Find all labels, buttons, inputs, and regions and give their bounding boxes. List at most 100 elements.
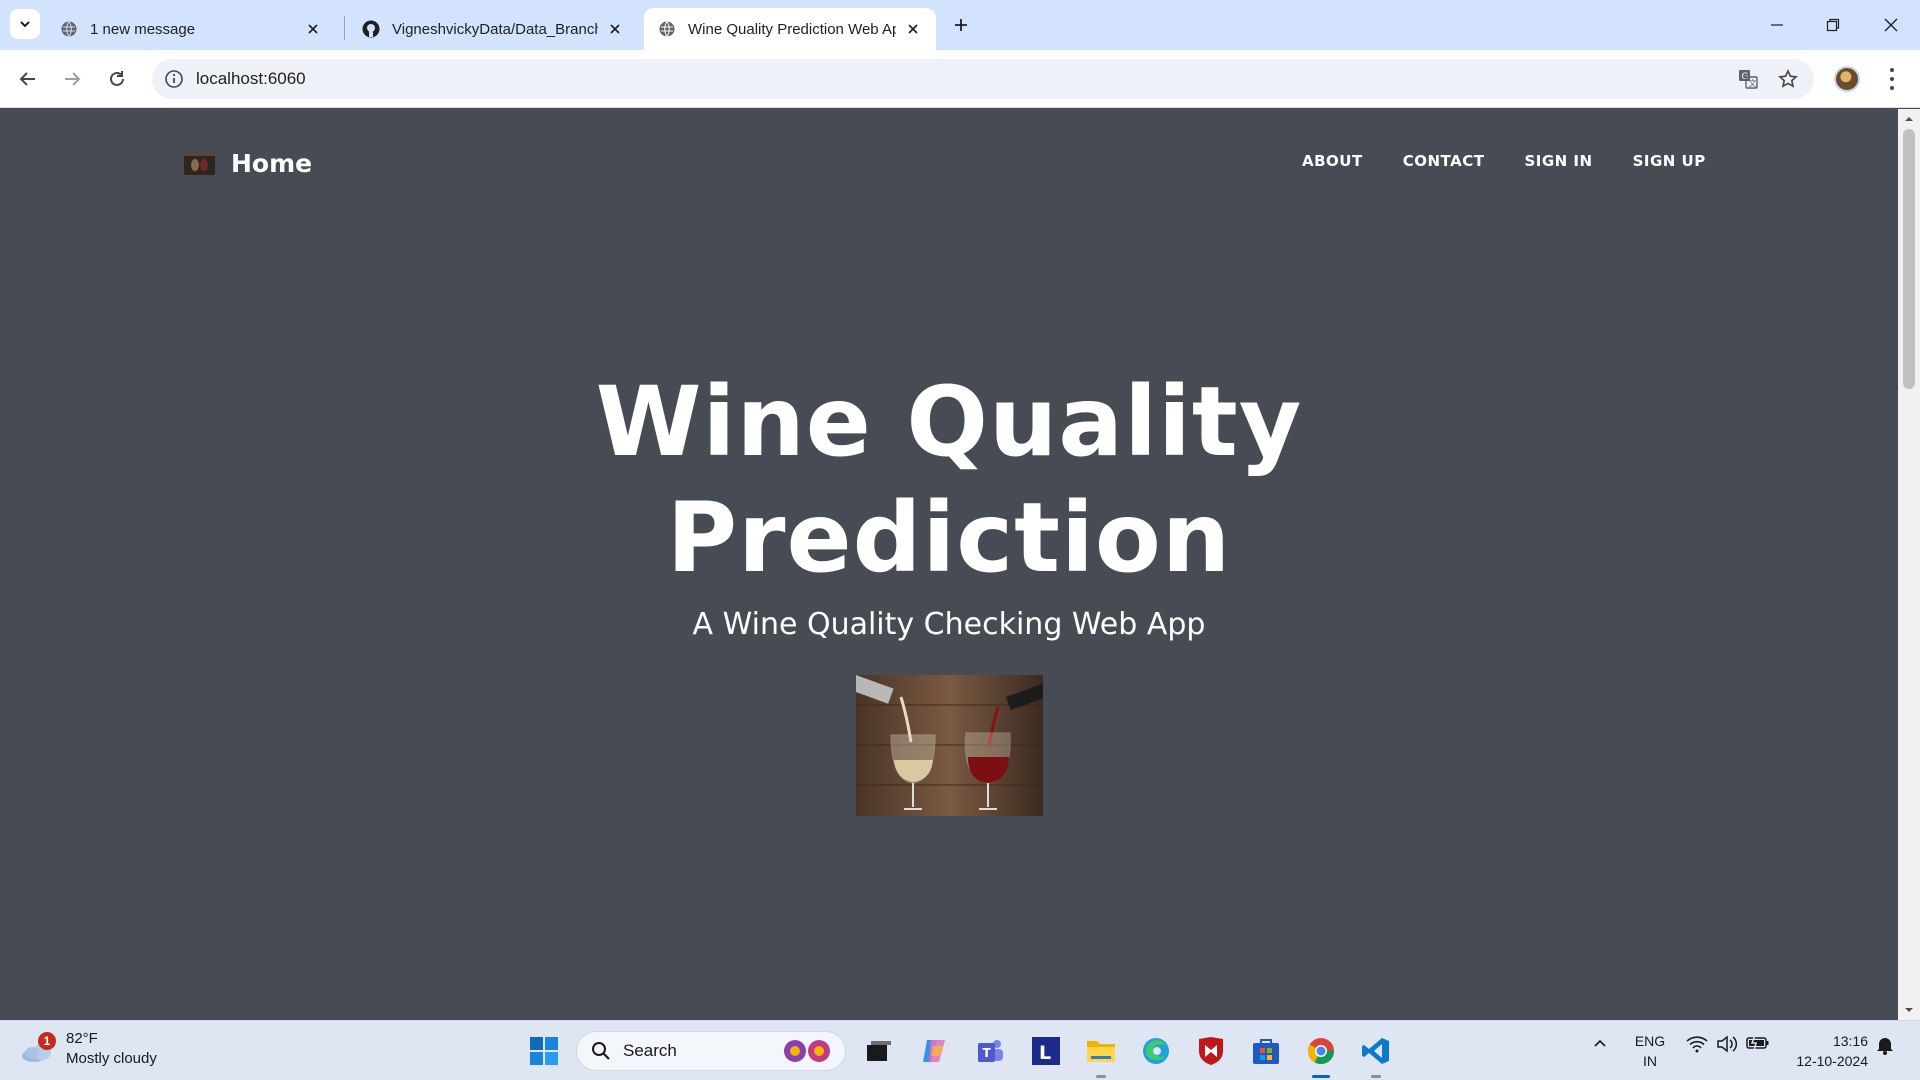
minimize-button[interactable] xyxy=(1762,10,1792,40)
github-icon xyxy=(362,20,380,38)
running-indicator xyxy=(1096,1075,1106,1078)
teams-button[interactable]: T xyxy=(974,1035,1006,1067)
tab-divider xyxy=(344,16,345,40)
translate-icon: G文 xyxy=(1739,70,1758,89)
page-viewport: Home ABOUT CONTACT SIGN IN SIGN UP Wine … xyxy=(0,109,1898,1020)
nav-signup-link[interactable]: SIGN UP xyxy=(1633,152,1706,170)
copilot-button[interactable] xyxy=(918,1035,950,1067)
chevron-down-icon xyxy=(20,21,30,28)
star-icon xyxy=(1778,69,1798,88)
running-indicator xyxy=(1371,1075,1381,1078)
volume-status[interactable] xyxy=(1714,1035,1740,1053)
windows-taskbar: 1 82°F Mostly cloudy Search T L ENG IN 1… xyxy=(0,1020,1920,1080)
file-explorer-button[interactable] xyxy=(1085,1035,1117,1067)
globe-icon xyxy=(659,21,675,37)
nav-about-link[interactable]: ABOUT xyxy=(1302,152,1363,170)
url-text[interactable]: localhost:6060 xyxy=(196,69,306,89)
search-icon xyxy=(592,1042,610,1060)
edge-button[interactable] xyxy=(1140,1035,1172,1067)
globe-icon xyxy=(61,21,77,37)
search-highlight-icon xyxy=(784,1040,830,1062)
mcafee-button[interactable] xyxy=(1195,1035,1227,1067)
address-bar[interactable]: localhost:6060 G文 xyxy=(152,59,1814,99)
clock[interactable]: 13:16 12-10-2024 xyxy=(1780,1031,1868,1071)
nav-contact-link[interactable]: CONTACT xyxy=(1403,152,1485,170)
weather-widget[interactable]: 1 82°F Mostly cloudy xyxy=(20,1029,157,1069)
wifi-status[interactable] xyxy=(1684,1035,1710,1053)
forward-button[interactable] xyxy=(56,63,88,95)
new-tab-button[interactable] xyxy=(948,12,974,38)
tab-wine-app[interactable]: Wine Quality Prediction Web Ap xyxy=(644,8,936,50)
vscode-button[interactable] xyxy=(1360,1035,1392,1067)
tab-title: 1 new message xyxy=(90,20,196,38)
close-window-button[interactable] xyxy=(1876,10,1906,40)
tab-strip: 1 new message VigneshvickyData/Data_Bran… xyxy=(0,0,1920,50)
wifi-icon xyxy=(1686,1036,1708,1053)
cloud-icon: 1 xyxy=(20,1032,56,1064)
speaker-icon xyxy=(1717,1035,1738,1053)
arrow-left-icon xyxy=(19,72,35,86)
taskbar-search[interactable]: Search xyxy=(576,1031,846,1071)
minimize-icon xyxy=(1771,24,1783,26)
windows-logo-icon xyxy=(530,1037,558,1065)
restore-button[interactable] xyxy=(1818,10,1848,40)
store-button[interactable] xyxy=(1250,1035,1282,1067)
tab-title: VigneshvickyData/Data_Branch xyxy=(392,20,598,38)
svg-text:文: 文 xyxy=(1749,78,1757,88)
nav-signin-link[interactable]: SIGN IN xyxy=(1524,152,1592,170)
translate-button[interactable]: G文 xyxy=(1736,67,1760,91)
store-icon xyxy=(1253,1039,1279,1064)
site-info-icon[interactable] xyxy=(164,69,184,89)
region-code: IN xyxy=(1643,1053,1657,1069)
tab-search-button[interactable] xyxy=(10,9,40,39)
brand-home-link[interactable]: Home xyxy=(231,149,312,178)
close-icon xyxy=(1884,18,1898,32)
chevron-up-icon xyxy=(1594,1039,1606,1047)
brand-logo xyxy=(184,152,215,175)
browser-menu-button[interactable] xyxy=(1880,66,1904,92)
chrome-button[interactable] xyxy=(1305,1035,1337,1067)
lms-app-button[interactable]: L xyxy=(1030,1035,1062,1067)
search-label: Search xyxy=(623,1041,677,1060)
hero-title-line: Wine Quality xyxy=(595,366,1303,478)
l-app-icon: L xyxy=(1032,1037,1060,1065)
weather-description: Mostly cloudy xyxy=(66,1050,157,1067)
start-button[interactable] xyxy=(528,1035,560,1067)
close-icon[interactable] xyxy=(304,20,322,38)
active-app-indicator xyxy=(1312,1075,1330,1078)
task-view-button[interactable] xyxy=(862,1035,894,1067)
profile-avatar[interactable] xyxy=(1834,66,1860,92)
wine-glasses-image xyxy=(856,675,1043,816)
clock-date: 12-10-2024 xyxy=(1796,1053,1868,1069)
bookmark-button[interactable] xyxy=(1776,67,1800,91)
hero-title: Wine Quality Prediction xyxy=(0,364,1898,596)
page-scrollbar[interactable] xyxy=(1898,109,1920,1020)
scroll-down-arrow-icon[interactable] xyxy=(1904,1005,1914,1015)
scrollbar-thumb[interactable] xyxy=(1903,129,1915,389)
hero-title-line: Prediction xyxy=(666,482,1232,594)
close-icon[interactable] xyxy=(904,20,922,38)
teams-icon: T xyxy=(978,1040,1003,1062)
scroll-up-arrow-icon[interactable] xyxy=(1904,114,1914,124)
bell-icon xyxy=(1877,1038,1893,1055)
tab-github[interactable]: VigneshvickyData/Data_Branch xyxy=(348,8,638,50)
reload-icon xyxy=(110,71,124,86)
reload-button[interactable] xyxy=(101,63,133,95)
svg-text:L: L xyxy=(1039,1042,1051,1064)
navbar-brand[interactable]: Home xyxy=(184,149,312,178)
task-view-icon xyxy=(867,1041,891,1061)
notifications-button[interactable] xyxy=(1872,1035,1898,1055)
battery-icon xyxy=(1746,1035,1769,1051)
clock-time: 13:16 xyxy=(1832,1033,1868,1049)
back-button[interactable] xyxy=(12,63,44,95)
tab-messages[interactable]: 1 new message xyxy=(46,8,336,50)
show-hidden-icons-button[interactable] xyxy=(1588,1035,1612,1051)
navbar-links: ABOUT CONTACT SIGN IN SIGN UP xyxy=(1302,152,1706,170)
vscode-icon xyxy=(1362,1038,1389,1064)
copilot-icon xyxy=(923,1040,945,1062)
mcafee-shield-icon xyxy=(1199,1037,1223,1065)
battery-status[interactable] xyxy=(1744,1035,1772,1051)
close-icon[interactable] xyxy=(606,20,624,38)
chrome-icon xyxy=(1307,1038,1335,1065)
language-indicator[interactable]: ENG IN xyxy=(1630,1031,1670,1071)
